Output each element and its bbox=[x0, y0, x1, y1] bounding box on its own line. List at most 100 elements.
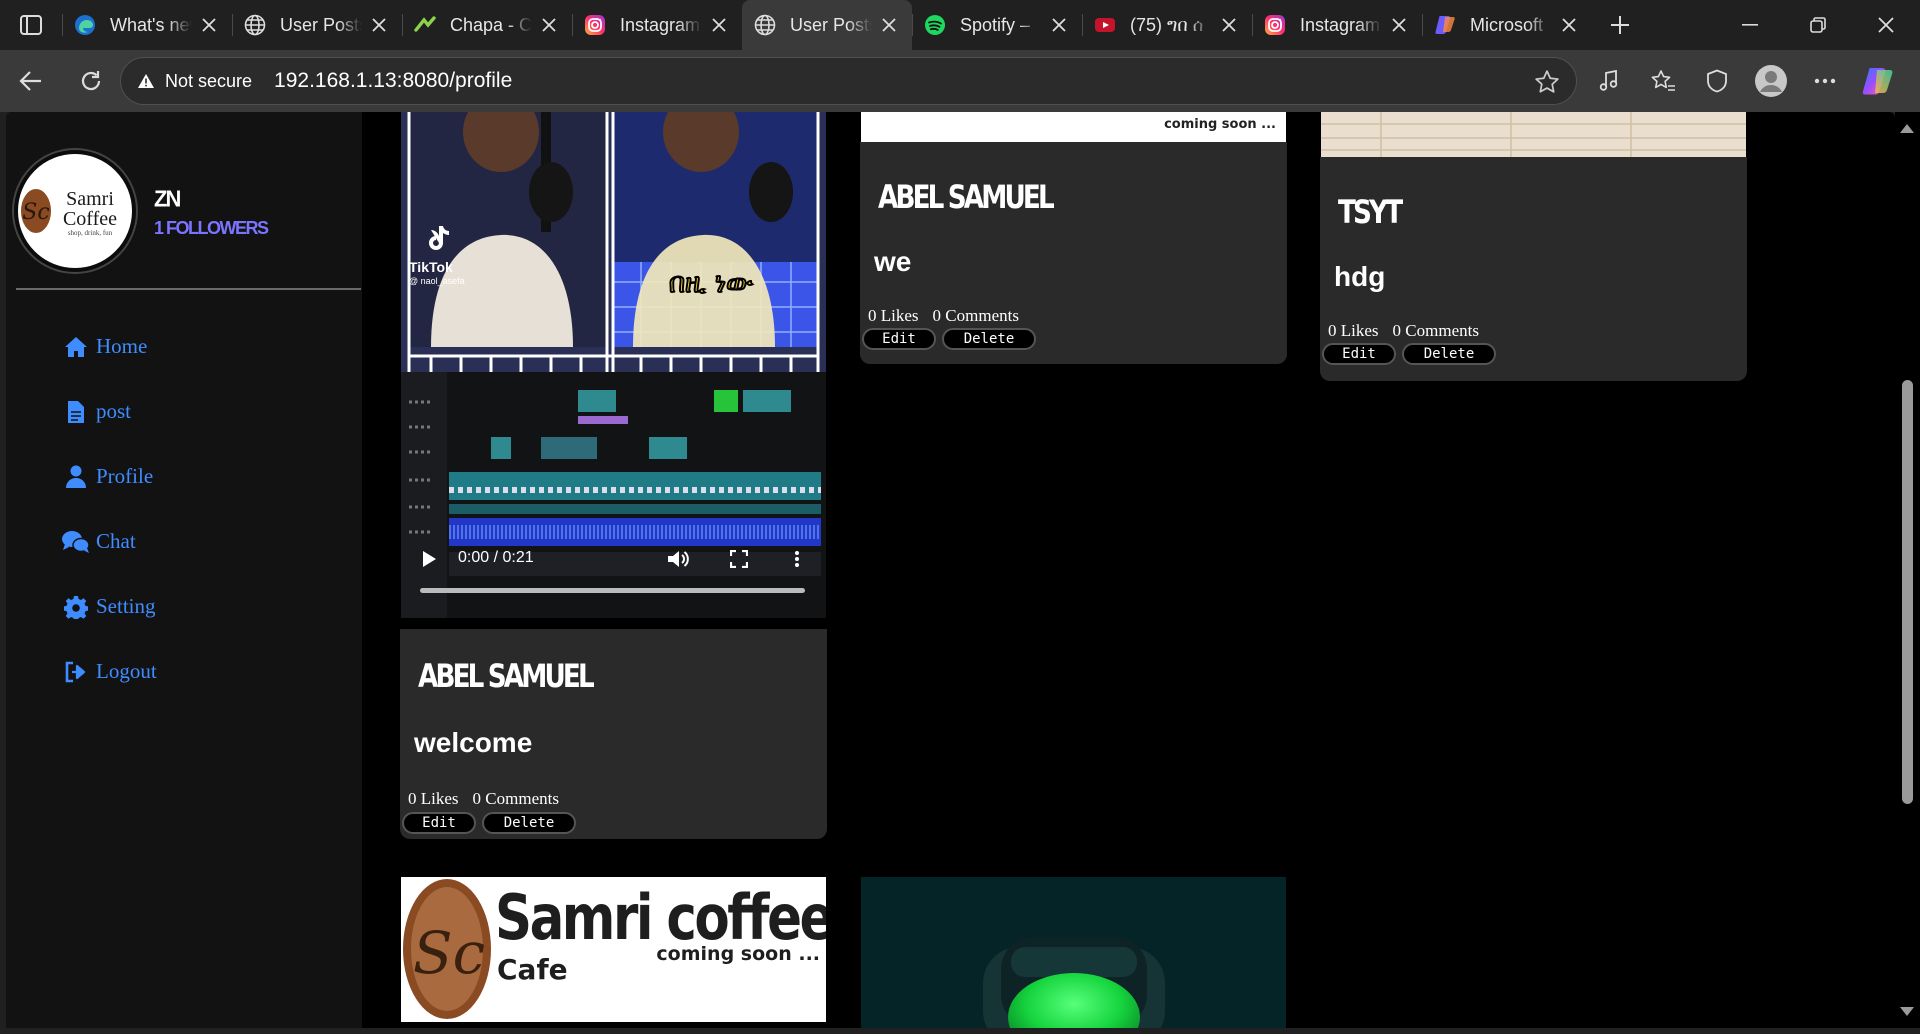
avatar-icon bbox=[1755, 65, 1787, 97]
video-more-button[interactable] bbox=[794, 550, 800, 572]
comments-count[interactable]: 0 Comments bbox=[473, 789, 559, 809]
edit-button[interactable]: Edit bbox=[862, 328, 936, 350]
edit-button[interactable]: Edit bbox=[402, 812, 476, 834]
more-icon bbox=[1814, 78, 1836, 84]
likes-count[interactable]: 0 Likes bbox=[868, 306, 919, 326]
sidebar-item-home[interactable]: Home bbox=[62, 314, 157, 379]
sidebar-item-chat[interactable]: Chat bbox=[62, 509, 157, 574]
page-viewport: Sc Samri Coffee shop, drink, fun ZN 1 FO… bbox=[6, 112, 1895, 1028]
browser-tab[interactable]: Spotify – bbox=[912, 0, 1082, 50]
logo-tagline: shop, drink, fun bbox=[68, 229, 113, 237]
security-label: Not secure bbox=[165, 70, 253, 91]
close-tab-button[interactable] bbox=[538, 14, 560, 36]
browser-essentials-button[interactable] bbox=[1690, 57, 1744, 105]
post-author: TSYT bbox=[1338, 193, 1403, 231]
video-progress-bar[interactable] bbox=[420, 588, 805, 593]
sidebar-item-logout[interactable]: Logout bbox=[62, 639, 157, 704]
tab-title: Chapa - C bbox=[450, 14, 532, 35]
play-button[interactable] bbox=[421, 550, 437, 572]
close-icon bbox=[882, 18, 896, 32]
profile-button[interactable] bbox=[1744, 57, 1798, 105]
close-tab-button[interactable] bbox=[708, 14, 730, 36]
post-body: welcome bbox=[414, 727, 533, 758]
play-icon bbox=[423, 551, 436, 567]
close-tab-button[interactable] bbox=[1218, 14, 1240, 36]
post-image[interactable] bbox=[861, 877, 1286, 1028]
browser-tab[interactable]: User Posts bbox=[742, 0, 912, 50]
read-aloud-button[interactable] bbox=[1582, 57, 1636, 105]
post-stats: 0 Likes 0 Comments bbox=[868, 306, 1019, 326]
browser-tab[interactable]: What's new bbox=[62, 0, 232, 50]
sidebar: Sc Samri Coffee shop, drink, fun ZN 1 FO… bbox=[6, 112, 362, 1028]
mute-button[interactable] bbox=[667, 549, 689, 573]
copilot-icon bbox=[1862, 68, 1893, 95]
close-window-button[interactable] bbox=[1852, 0, 1920, 50]
profile-avatar[interactable]: Sc Samri Coffee shop, drink, fun bbox=[14, 150, 136, 272]
omnibox[interactable]: Not secure 192.168.1.13:8080/profile bbox=[120, 57, 1577, 105]
edit-button[interactable]: Edit bbox=[1322, 343, 1396, 365]
browser-tab[interactable]: Instagram bbox=[1252, 0, 1422, 50]
sidebar-item-label: Setting bbox=[96, 594, 156, 618]
logout-icon bbox=[62, 658, 90, 686]
browser-tab[interactable]: Instagram bbox=[572, 0, 742, 50]
close-tab-button[interactable] bbox=[198, 14, 220, 36]
video-preview-frames: TikTok @ naol_asefa በዚ ነው bbox=[401, 112, 826, 372]
back-button[interactable] bbox=[7, 57, 55, 105]
scroll-up-arrow[interactable] bbox=[1900, 124, 1914, 133]
sidebar-item-post[interactable]: post bbox=[62, 379, 157, 444]
settings-more-button[interactable] bbox=[1798, 57, 1852, 105]
fullscreen-button[interactable] bbox=[729, 549, 749, 572]
comments-count[interactable]: 0 Comments bbox=[1393, 321, 1479, 341]
close-icon bbox=[372, 18, 386, 32]
page-scrollbar[interactable] bbox=[1895, 112, 1920, 1028]
favorites-button[interactable] bbox=[1636, 57, 1690, 105]
copilot-icon bbox=[1434, 14, 1456, 36]
samri-coffee-logo: Sc Samri Coffee shop, drink, fun bbox=[21, 188, 117, 237]
security-indicator[interactable]: Not secure bbox=[137, 71, 252, 92]
close-icon bbox=[712, 18, 726, 32]
chat-icon bbox=[62, 528, 90, 556]
post-video[interactable]: TikTok @ naol_asefa በዚ ነው 0:00 / 0:21 bbox=[401, 112, 826, 618]
browser-tab[interactable]: Chapa - C bbox=[402, 0, 572, 50]
sidebar-divider bbox=[16, 288, 361, 290]
browser-tab[interactable]: User Posts bbox=[232, 0, 402, 50]
post-image-banner[interactable]: Sc Samri coffee coming soon ... Cafe bbox=[401, 877, 826, 1022]
sidebar-item-setting[interactable]: Setting bbox=[62, 574, 157, 639]
likes-count[interactable]: 0 Likes bbox=[408, 789, 459, 809]
comments-count[interactable]: 0 Comments bbox=[933, 306, 1019, 326]
close-tab-button[interactable] bbox=[368, 14, 390, 36]
close-tab-button[interactable] bbox=[1388, 14, 1410, 36]
instagram-icon bbox=[1264, 14, 1286, 36]
tab-actions-button[interactable] bbox=[0, 0, 62, 50]
sidebar-item-label: Home bbox=[96, 334, 148, 358]
profile-followers[interactable]: 1 FOLLOWERS bbox=[154, 218, 269, 239]
post-image-banner[interactable]: coming soon ... bbox=[861, 112, 1286, 142]
restore-button[interactable] bbox=[1784, 0, 1852, 50]
delete-button[interactable]: Delete bbox=[1402, 343, 1496, 365]
delete-button[interactable]: Delete bbox=[482, 812, 576, 834]
close-tab-button[interactable] bbox=[1048, 14, 1070, 36]
home-icon bbox=[62, 333, 90, 361]
copilot-button[interactable] bbox=[1852, 57, 1906, 105]
scrollbar-thumb[interactable] bbox=[1902, 380, 1913, 804]
close-tab-button[interactable] bbox=[878, 14, 900, 36]
close-tab-button[interactable] bbox=[1558, 14, 1580, 36]
favorite-star-icon[interactable] bbox=[1534, 69, 1560, 95]
new-tab-button[interactable] bbox=[1592, 0, 1648, 50]
close-icon bbox=[1222, 18, 1236, 32]
sidebar-item-label: Logout bbox=[96, 659, 157, 683]
delete-button[interactable]: Delete bbox=[942, 328, 1036, 350]
sidebar-item-profile[interactable]: Profile bbox=[62, 444, 157, 509]
scroll-down-arrow[interactable] bbox=[1900, 1007, 1914, 1016]
tab-bar: What's new User Posts Chapa - C Instagram Us… bbox=[0, 0, 1920, 50]
url-text[interactable]: 192.168.1.13:8080/profile bbox=[274, 69, 512, 93]
refresh-button[interactable] bbox=[67, 57, 115, 105]
browser-tab[interactable]: Microsoft bbox=[1422, 0, 1592, 50]
minimize-icon bbox=[1742, 24, 1758, 26]
refresh-icon bbox=[81, 71, 101, 91]
likes-count[interactable]: 0 Likes bbox=[1328, 321, 1379, 341]
browser-tab[interactable]: (75) ግበ ሰ bbox=[1082, 0, 1252, 50]
minimize-button[interactable] bbox=[1716, 0, 1784, 50]
post-image[interactable] bbox=[1321, 112, 1746, 157]
banner-cafe: Cafe bbox=[497, 953, 568, 986]
